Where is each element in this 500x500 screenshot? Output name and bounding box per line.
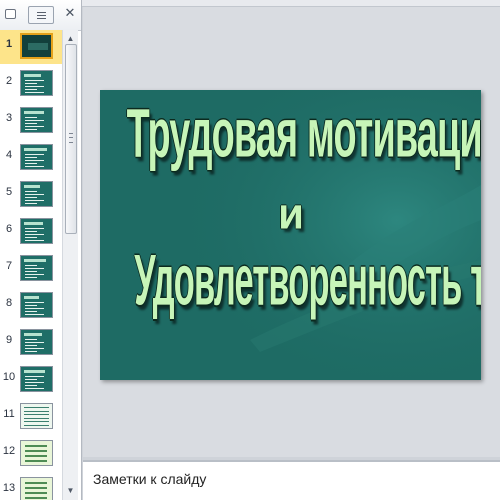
ruler — [82, 0, 500, 7]
slide-number: 12 — [2, 445, 16, 457]
slides-pane: ✕ 1 2 3 4 5 6 7 8 9 10 11 12 13 ▲ ▼ — [0, 0, 82, 500]
pane-tabs: ✕ — [0, 0, 81, 31]
slide-thumbnail-row[interactable]: 9 — [0, 326, 62, 360]
slide-thumbnail-list: 1 2 3 4 5 6 7 8 9 10 11 12 13 — [0, 30, 62, 500]
slide-number: 13 — [2, 482, 16, 494]
slide-number: 6 — [5, 223, 13, 235]
slide-thumbnail-row[interactable]: 7 — [0, 252, 62, 286]
slide-thumbnail-row[interactable]: 4 — [0, 141, 62, 175]
slide-number: 11 — [3, 408, 15, 420]
slide-thumbnail-image[interactable] — [20, 181, 53, 207]
slide-thumbnail-row[interactable]: 5 — [0, 178, 62, 212]
slide-thumbnail-image[interactable] — [20, 292, 53, 318]
slide-number: 5 — [5, 186, 13, 198]
slide-thumbnail-row[interactable]: 2 — [0, 67, 62, 101]
scroll-thumb[interactable] — [65, 44, 77, 234]
slide-number: 4 — [5, 149, 13, 161]
slide-title-line-2: Удовлетворенность трудом — [134, 240, 481, 320]
slide-thumbnail-row[interactable]: 10 — [0, 363, 62, 397]
slide-number: 10 — [2, 371, 16, 383]
scroll-down-arrow-icon[interactable]: ▼ — [63, 484, 78, 498]
slide-title-conjunction: и — [278, 190, 304, 239]
slide-thumbnail-image[interactable] — [20, 70, 53, 96]
slide-editing-area: Трудовая мотивация и Удовлетворенность т… — [83, 7, 500, 457]
slide-number: 7 — [5, 260, 13, 272]
outline-tab-icon[interactable] — [28, 6, 54, 24]
notes-placeholder: Заметки к слайду — [93, 471, 207, 487]
slide-thumbnail-image[interactable] — [20, 440, 53, 466]
pane-scrollbar[interactable]: ▲ ▼ — [62, 30, 78, 500]
slide-thumbnail-row[interactable]: 8 — [0, 289, 62, 323]
slide-title-line-1: Трудовая мотивация — [126, 96, 481, 172]
slide-thumbnail-row[interactable]: 11 — [0, 400, 62, 434]
slide-thumbnail-image[interactable] — [20, 329, 53, 355]
slide-thumbnail-row[interactable]: 6 — [0, 215, 62, 249]
slide-number: 2 — [5, 75, 13, 87]
slide-thumbnail-row[interactable]: 1 — [0, 30, 62, 64]
slide-thumbnail-image[interactable] — [20, 218, 53, 244]
slide-thumbnail-row[interactable]: 12 — [0, 437, 62, 471]
slide-thumbnail-image[interactable] — [20, 107, 53, 133]
slide-thumbnail-image[interactable] — [20, 366, 53, 392]
slide-number: 9 — [5, 334, 13, 346]
slide-thumbnail-image[interactable] — [20, 33, 53, 59]
slide-thumbnail-row[interactable]: 3 — [0, 104, 62, 138]
slide-thumbnail-image[interactable] — [20, 144, 53, 170]
slides-tab-icon[interactable] — [5, 9, 16, 19]
slide-number: 8 — [5, 297, 13, 309]
slide-thumbnail-image[interactable] — [20, 477, 53, 500]
scroll-grip-icon — [69, 133, 73, 143]
current-slide[interactable]: Трудовая мотивация и Удовлетворенность т… — [100, 90, 481, 380]
slide-thumbnail-image[interactable] — [20, 403, 53, 429]
slide-number: 1 — [5, 38, 13, 50]
notes-pane[interactable]: Заметки к слайду — [83, 460, 500, 500]
close-pane-icon[interactable]: ✕ — [63, 6, 77, 20]
slide-thumbnail-image[interactable] — [20, 255, 53, 281]
slide-number: 3 — [5, 112, 13, 124]
slide-thumbnail-row[interactable]: 13 — [0, 474, 62, 500]
